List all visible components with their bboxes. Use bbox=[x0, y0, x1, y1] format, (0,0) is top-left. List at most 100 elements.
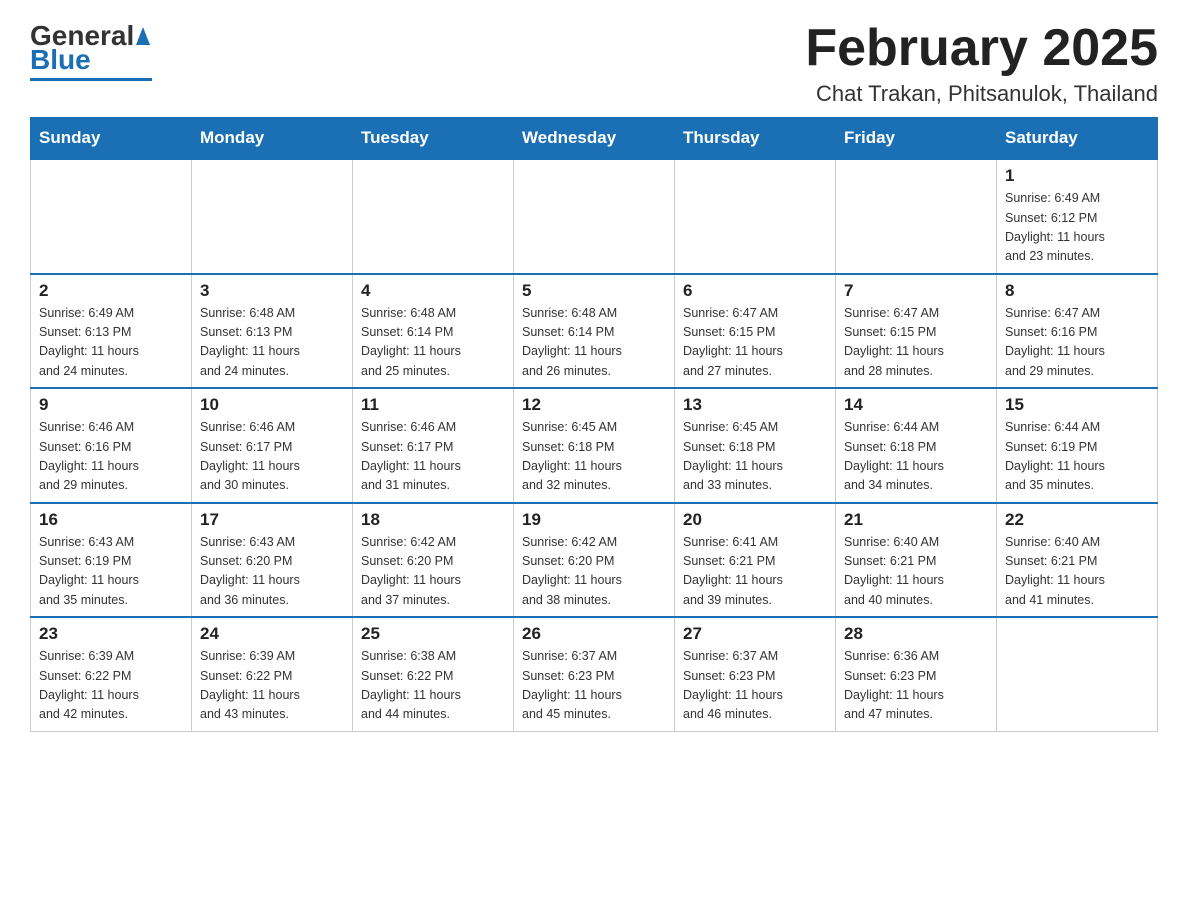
day-info: Sunrise: 6:48 AMSunset: 6:14 PMDaylight:… bbox=[361, 304, 505, 382]
day-number: 8 bbox=[1005, 281, 1149, 301]
day-info: Sunrise: 6:45 AMSunset: 6:18 PMDaylight:… bbox=[683, 418, 827, 496]
title-section: February 2025 Chat Trakan, Phitsanulok, … bbox=[805, 20, 1158, 107]
table-row: 27 Sunrise: 6:37 AMSunset: 6:23 PMDayligh… bbox=[675, 617, 836, 731]
day-number: 14 bbox=[844, 395, 988, 415]
day-number: 26 bbox=[522, 624, 666, 644]
day-number: 5 bbox=[522, 281, 666, 301]
table-row: 13 Sunrise: 6:45 AMSunset: 6:18 PMDayligh… bbox=[675, 388, 836, 503]
day-number: 3 bbox=[200, 281, 344, 301]
day-number: 7 bbox=[844, 281, 988, 301]
day-number: 2 bbox=[39, 281, 183, 301]
day-number: 18 bbox=[361, 510, 505, 530]
table-row bbox=[836, 159, 997, 274]
header-saturday: Saturday bbox=[997, 118, 1158, 160]
calendar-week-5: 23 Sunrise: 6:39 AMSunset: 6:22 PMDayligh… bbox=[31, 617, 1158, 731]
table-row bbox=[997, 617, 1158, 731]
day-number: 23 bbox=[39, 624, 183, 644]
day-number: 27 bbox=[683, 624, 827, 644]
logo-blue-text: Blue bbox=[30, 44, 91, 76]
table-row: 11 Sunrise: 6:46 AMSunset: 6:17 PMDayligh… bbox=[353, 388, 514, 503]
day-number: 21 bbox=[844, 510, 988, 530]
table-row: 5Sunrise: 6:48 AMSunset: 6:14 PMDaylight… bbox=[514, 274, 675, 389]
day-info: Sunrise: 6:49 AMSunset: 6:12 PMDaylight:… bbox=[1005, 189, 1149, 267]
table-row bbox=[353, 159, 514, 274]
day-info: Sunrise: 6:49 AMSunset: 6:13 PMDaylight:… bbox=[39, 304, 183, 382]
calendar-week-4: 16 Sunrise: 6:43 AMSunset: 6:19 PMDayligh… bbox=[31, 503, 1158, 618]
header-wednesday: Wednesday bbox=[514, 118, 675, 160]
day-info: Sunrise: 6:37 AMSunset: 6:23 PMDaylight:… bbox=[522, 647, 666, 725]
day-number: 20 bbox=[683, 510, 827, 530]
day-number: 1 bbox=[1005, 166, 1149, 186]
header-thursday: Thursday bbox=[675, 118, 836, 160]
header-sunday: Sunday bbox=[31, 118, 192, 160]
day-info: Sunrise: 6:41 AMSunset: 6:21 PMDaylight:… bbox=[683, 533, 827, 611]
day-info: Sunrise: 6:43 AMSunset: 6:19 PMDaylight:… bbox=[39, 533, 183, 611]
table-row: 3 Sunrise: 6:48 AMSunset: 6:13 PMDaylight… bbox=[192, 274, 353, 389]
table-row bbox=[31, 159, 192, 274]
table-row: 1 Sunrise: 6:49 AMSunset: 6:12 PMDaylight… bbox=[997, 159, 1158, 274]
day-info: Sunrise: 6:39 AMSunset: 6:22 PMDaylight:… bbox=[39, 647, 183, 725]
calendar-week-1: 1 Sunrise: 6:49 AMSunset: 6:12 PMDaylight… bbox=[31, 159, 1158, 274]
day-info: Sunrise: 6:48 AMSunset: 6:13 PMDaylight:… bbox=[200, 304, 344, 382]
day-number: 11 bbox=[361, 395, 505, 415]
day-info: Sunrise: 6:45 AMSunset: 6:18 PMDaylight:… bbox=[522, 418, 666, 496]
table-row: 15 Sunrise: 6:44 AMSunset: 6:19 PMDayligh… bbox=[997, 388, 1158, 503]
day-info: Sunrise: 6:47 AMSunset: 6:16 PMDaylight:… bbox=[1005, 304, 1149, 382]
table-row: 22 Sunrise: 6:40 AMSunset: 6:21 PMDayligh… bbox=[997, 503, 1158, 618]
day-info: Sunrise: 6:39 AMSunset: 6:22 PMDaylight:… bbox=[200, 647, 344, 725]
day-number: 13 bbox=[683, 395, 827, 415]
day-info: Sunrise: 6:42 AMSunset: 6:20 PMDaylight:… bbox=[522, 533, 666, 611]
table-row: 8 Sunrise: 6:47 AMSunset: 6:16 PMDaylight… bbox=[997, 274, 1158, 389]
table-row: 28 Sunrise: 6:36 AMSunset: 6:23 PMDayligh… bbox=[836, 617, 997, 731]
header-monday: Monday bbox=[192, 118, 353, 160]
table-row: 2 Sunrise: 6:49 AMSunset: 6:13 PMDaylight… bbox=[31, 274, 192, 389]
day-number: 6 bbox=[683, 281, 827, 301]
day-info: Sunrise: 6:43 AMSunset: 6:20 PMDaylight:… bbox=[200, 533, 344, 611]
page-header: General Blue February 2025 Chat Trakan, … bbox=[30, 20, 1158, 107]
table-row: 24 Sunrise: 6:39 AMSunset: 6:22 PMDayligh… bbox=[192, 617, 353, 731]
day-info: Sunrise: 6:36 AMSunset: 6:23 PMDaylight:… bbox=[844, 647, 988, 725]
day-number: 19 bbox=[522, 510, 666, 530]
day-info: Sunrise: 6:40 AMSunset: 6:21 PMDaylight:… bbox=[844, 533, 988, 611]
table-row: 12 Sunrise: 6:45 AMSunset: 6:18 PMDayligh… bbox=[514, 388, 675, 503]
logo: General Blue bbox=[30, 20, 152, 81]
table-row: 14Sunrise: 6:44 AMSunset: 6:18 PMDayligh… bbox=[836, 388, 997, 503]
day-info: Sunrise: 6:44 AMSunset: 6:19 PMDaylight:… bbox=[1005, 418, 1149, 496]
table-row: 19 Sunrise: 6:42 AMSunset: 6:20 PMDayligh… bbox=[514, 503, 675, 618]
table-row: 18 Sunrise: 6:42 AMSunset: 6:20 PMDayligh… bbox=[353, 503, 514, 618]
table-row: 21 Sunrise: 6:40 AMSunset: 6:21 PMDayligh… bbox=[836, 503, 997, 618]
day-number: 16 bbox=[39, 510, 183, 530]
logo-divider bbox=[30, 78, 152, 81]
day-info: Sunrise: 6:46 AMSunset: 6:16 PMDaylight:… bbox=[39, 418, 183, 496]
day-number: 24 bbox=[200, 624, 344, 644]
table-row: 10 Sunrise: 6:46 AMSunset: 6:17 PMDayligh… bbox=[192, 388, 353, 503]
calendar-week-2: 2 Sunrise: 6:49 AMSunset: 6:13 PMDaylight… bbox=[31, 274, 1158, 389]
day-number: 15 bbox=[1005, 395, 1149, 415]
month-title: February 2025 bbox=[805, 20, 1158, 77]
header-tuesday: Tuesday bbox=[353, 118, 514, 160]
day-number: 4 bbox=[361, 281, 505, 301]
day-info: Sunrise: 6:40 AMSunset: 6:21 PMDaylight:… bbox=[1005, 533, 1149, 611]
location-title: Chat Trakan, Phitsanulok, Thailand bbox=[805, 81, 1158, 107]
table-row bbox=[514, 159, 675, 274]
header-friday: Friday bbox=[836, 118, 997, 160]
table-row: 23 Sunrise: 6:39 AMSunset: 6:22 PMDayligh… bbox=[31, 617, 192, 731]
day-info: Sunrise: 6:46 AMSunset: 6:17 PMDaylight:… bbox=[200, 418, 344, 496]
day-info: Sunrise: 6:47 AMSunset: 6:15 PMDaylight:… bbox=[844, 304, 988, 382]
table-row: 6 Sunrise: 6:47 AMSunset: 6:15 PMDaylight… bbox=[675, 274, 836, 389]
day-info: Sunrise: 6:42 AMSunset: 6:20 PMDaylight:… bbox=[361, 533, 505, 611]
table-row: 17 Sunrise: 6:43 AMSunset: 6:20 PMDayligh… bbox=[192, 503, 353, 618]
day-number: 22 bbox=[1005, 510, 1149, 530]
day-number: 12 bbox=[522, 395, 666, 415]
day-number: 28 bbox=[844, 624, 988, 644]
table-row: 9Sunrise: 6:46 AMSunset: 6:16 PMDaylight… bbox=[31, 388, 192, 503]
day-number: 25 bbox=[361, 624, 505, 644]
day-number: 17 bbox=[200, 510, 344, 530]
day-info: Sunrise: 6:37 AMSunset: 6:23 PMDaylight:… bbox=[683, 647, 827, 725]
table-row: 20 Sunrise: 6:41 AMSunset: 6:21 PMDayligh… bbox=[675, 503, 836, 618]
day-info: Sunrise: 6:38 AMSunset: 6:22 PMDaylight:… bbox=[361, 647, 505, 725]
day-info: Sunrise: 6:47 AMSunset: 6:15 PMDaylight:… bbox=[683, 304, 827, 382]
table-row bbox=[675, 159, 836, 274]
day-number: 10 bbox=[200, 395, 344, 415]
day-info: Sunrise: 6:46 AMSunset: 6:17 PMDaylight:… bbox=[361, 418, 505, 496]
